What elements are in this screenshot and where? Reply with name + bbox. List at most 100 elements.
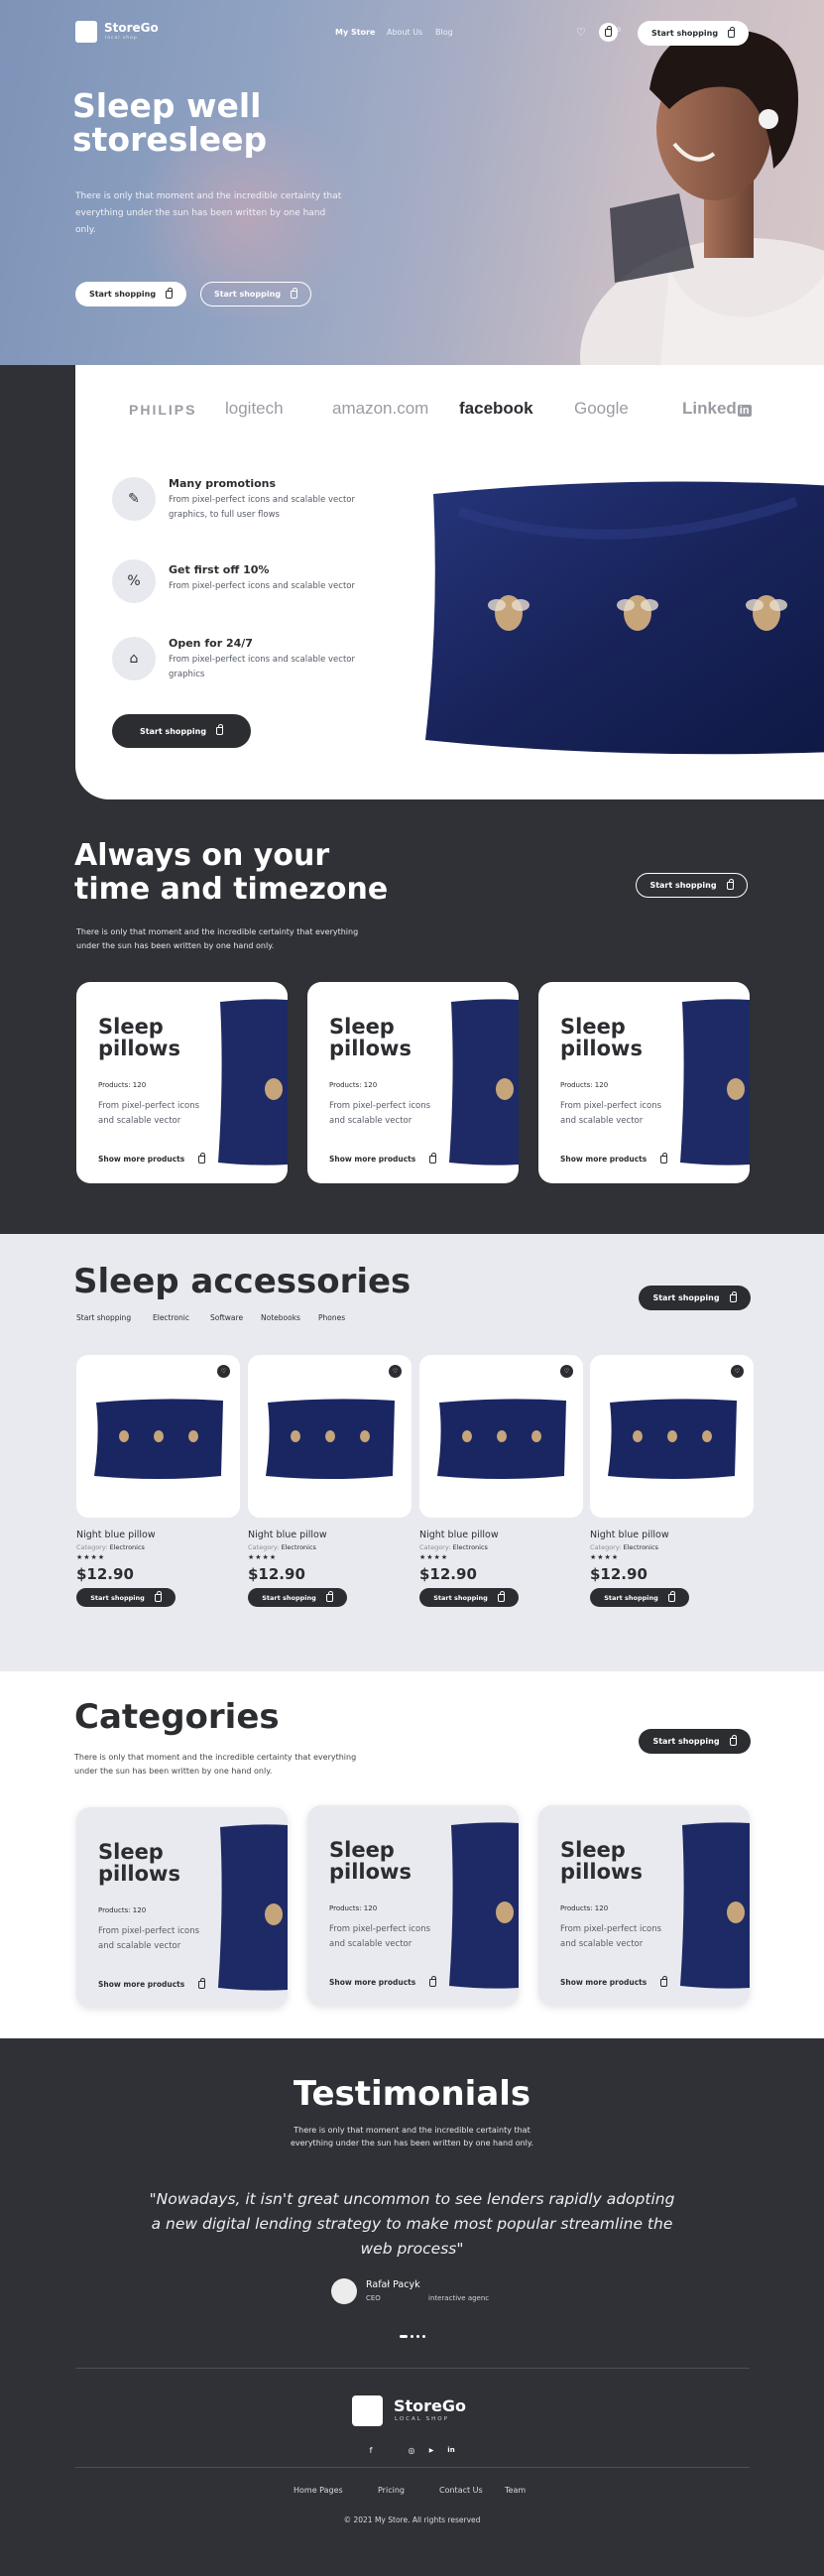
card-text: From pixel-perfect icons and scalable ve…: [560, 1924, 662, 1949]
hero-start-shopping-outline-button[interactable]: Start shopping: [200, 282, 311, 307]
carousel-dot[interactable]: [416, 2335, 419, 2338]
show-more-link[interactable]: Show more products: [329, 1975, 437, 1987]
hero-start-shopping-button[interactable]: Start shopping: [75, 282, 186, 307]
bag-icon: [216, 724, 224, 735]
carousel-dot-active[interactable]: [400, 2335, 408, 2338]
product-image-box[interactable]: ♡: [590, 1355, 754, 1518]
product-start-shopping-button[interactable]: Start shopping: [76, 1588, 176, 1607]
show-more-link[interactable]: Show more products: [98, 1152, 206, 1164]
show-more-link[interactable]: Show more products: [329, 1152, 437, 1164]
footer-link-team[interactable]: Team: [505, 2486, 526, 2495]
product-category-value: Electronics: [452, 1543, 488, 1551]
testimonials-title: Testimonials: [293, 2074, 531, 2114]
product-image-box[interactable]: ♡: [76, 1355, 240, 1518]
product-rating: ★★★★: [419, 1553, 449, 1561]
youtube-icon[interactable]: ▶: [423, 2442, 439, 2458]
category-card[interactable]: Sleep pillows Products: 120 From pixel-pe…: [76, 982, 288, 1183]
timezone-start-shopping-button[interactable]: Start shopping: [636, 873, 748, 898]
heart-icon[interactable]: ♡: [576, 26, 586, 39]
nav-about-us[interactable]: About Us: [387, 28, 422, 37]
linkedin-icon[interactable]: in: [443, 2442, 459, 2458]
logo-text[interactable]: StoreGo: [104, 21, 159, 35]
cart-count: 0: [617, 27, 621, 34]
product-start-shopping-button[interactable]: Start shopping: [419, 1588, 519, 1607]
card-products-count: Products: 120: [329, 1904, 378, 1912]
category-card[interactable]: Sleep pillows Products: 120 From pixel-pe…: [538, 1805, 750, 2006]
footer-link-home[interactable]: Home Pages: [294, 2486, 343, 2495]
product-btn-label: Start shopping: [433, 1593, 488, 1602]
header-cta-label: Start shopping: [650, 29, 719, 38]
product-name[interactable]: Night blue pillow: [590, 1530, 669, 1540]
brand-philips: PHILIPS: [129, 402, 197, 418]
product-price: $12.90: [419, 1565, 477, 1583]
categories-start-shopping-button[interactable]: Start shopping: [639, 1729, 751, 1754]
hero-btn2-label: Start shopping: [213, 290, 282, 299]
logo-mark[interactable]: [75, 21, 97, 43]
footer-logo-subtext: LOCAL SHOP: [395, 2416, 449, 2422]
card-products-count: Products: 120: [98, 1081, 147, 1089]
carousel-dot[interactable]: [422, 2335, 425, 2338]
wishlist-icon[interactable]: ♡: [217, 1365, 230, 1378]
accessories-cta-label: Start shopping: [652, 1293, 720, 1302]
quote-line2: a new digital lending strategy to make m…: [151, 2215, 673, 2233]
nav-my-store[interactable]: My Store: [335, 28, 375, 37]
pillow-thumbnail: [437, 1399, 566, 1479]
header-start-shopping-button[interactable]: Start shopping: [638, 21, 749, 46]
categories-text: There is only that moment and the incred…: [74, 1753, 357, 1776]
cart-icon[interactable]: [599, 23, 618, 42]
carousel-dot[interactable]: [411, 2335, 413, 2338]
features-start-shopping-button[interactable]: Start shopping: [112, 714, 251, 748]
features-section: PHILIPS logitech amazon.com facebook Goo…: [75, 365, 824, 799]
product-name[interactable]: Night blue pillow: [248, 1530, 327, 1540]
features-cta-label: Start shopping: [139, 726, 207, 736]
wishlist-icon[interactable]: ♡: [389, 1365, 402, 1378]
product-image-box[interactable]: ♡: [419, 1355, 583, 1518]
card-products-count: Products: 120: [98, 1906, 147, 1914]
author-name: Rafał Pacyk: [366, 2279, 420, 2290]
product-name[interactable]: Night blue pillow: [419, 1530, 499, 1540]
show-more-link[interactable]: Show more products: [560, 1152, 668, 1164]
product-category-label: Category:: [248, 1543, 280, 1551]
percent-icon: %: [112, 559, 156, 603]
category-card[interactable]: Sleep pillows Products: 120 From pixel-pe…: [307, 1805, 519, 2006]
facebook-icon[interactable]: f: [363, 2442, 379, 2458]
tab-start-shopping[interactable]: Start shopping: [76, 1313, 131, 1322]
nav-blog[interactable]: Blog: [435, 28, 453, 37]
footer-link-contact[interactable]: Contact Us: [439, 2486, 483, 2495]
timezone-section: Always on your time and timezone There i…: [0, 799, 824, 1234]
footer-divider-top: [75, 2368, 750, 2369]
product-name[interactable]: Night blue pillow: [76, 1530, 156, 1540]
tab-phones[interactable]: Phones: [318, 1313, 345, 1322]
product-category-label: Category:: [76, 1543, 108, 1551]
wishlist-icon[interactable]: ♡: [731, 1365, 744, 1378]
carousel-dots[interactable]: [400, 2335, 425, 2338]
product-image-box[interactable]: ♡: [248, 1355, 412, 1518]
brand-facebook: facebook: [459, 399, 533, 418]
bag-icon: [291, 287, 298, 299]
product-start-shopping-button[interactable]: Start shopping: [590, 1588, 689, 1607]
tab-electronic[interactable]: Electronic: [153, 1313, 189, 1322]
pillow-thumbnail: [94, 1399, 223, 1479]
category-card[interactable]: Sleep pillows Products: 120 From pixel-pe…: [307, 982, 519, 1183]
wishlist-icon[interactable]: ♡: [560, 1365, 573, 1378]
hero-woman-image: [580, 29, 824, 365]
tab-software[interactable]: Software: [210, 1313, 243, 1322]
testimonials-text: There is only that moment and the incred…: [290, 2126, 534, 2147]
product-start-shopping-button[interactable]: Start shopping: [248, 1588, 347, 1607]
footer-logo-mark[interactable]: [352, 2395, 383, 2426]
show-more-label: Show more products: [560, 1978, 647, 1987]
category-card[interactable]: Sleep pillows Products: 120 From pixel-pe…: [76, 1807, 288, 2008]
show-more-link[interactable]: Show more products: [560, 1975, 668, 1987]
feature-title-2: Get first off 10%: [169, 563, 270, 576]
category-card[interactable]: Sleep pillows Products: 120 From pixel-pe…: [538, 982, 750, 1183]
product-category: Category: Electronics: [76, 1543, 145, 1551]
footer-link-pricing[interactable]: Pricing: [378, 2486, 405, 2495]
instagram-icon[interactable]: ◎: [404, 2442, 419, 2458]
brand-google: Google: [574, 399, 629, 418]
product-category: Category: Electronics: [419, 1543, 488, 1551]
tab-notebooks[interactable]: Notebooks: [261, 1313, 300, 1322]
accessories-start-shopping-button[interactable]: Start shopping: [639, 1286, 751, 1310]
hero-text: There is only that moment and the incred…: [75, 191, 342, 235]
footer-logo-text[interactable]: StoreGo: [394, 2396, 466, 2415]
show-more-link[interactable]: Show more products: [98, 1977, 206, 1989]
